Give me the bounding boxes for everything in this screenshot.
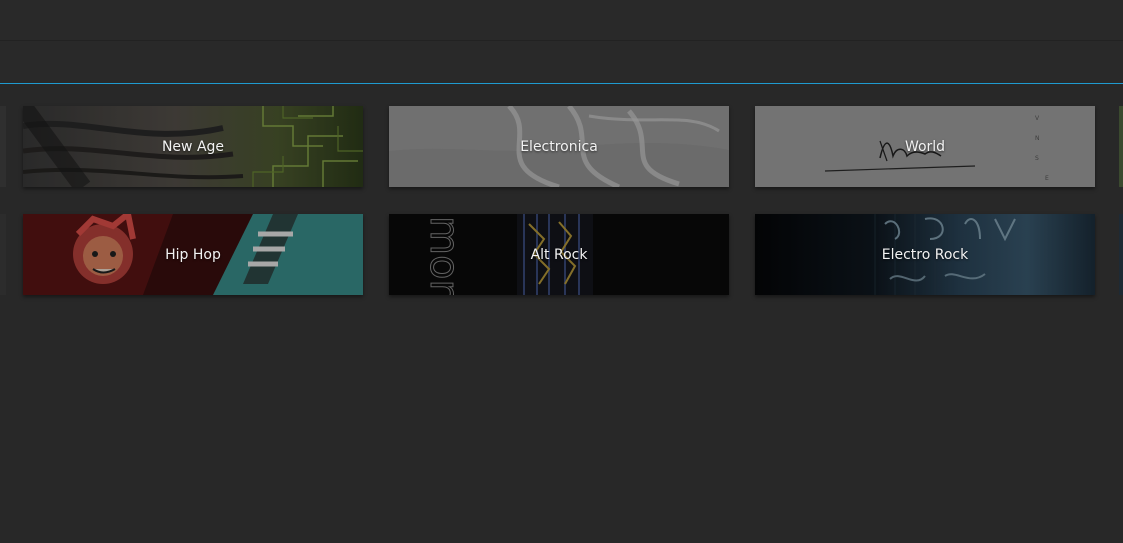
top-toolbar xyxy=(0,0,1123,41)
genre-tile-electro-rock[interactable]: Electro Rock xyxy=(755,214,1095,295)
genre-label: Electro Rock xyxy=(881,246,969,263)
offscreen-tile-right xyxy=(1119,214,1123,295)
offscreen-tile-left xyxy=(0,214,6,295)
genre-tile-electronica[interactable]: Electronica xyxy=(389,106,729,187)
genre-label: Electronica xyxy=(520,138,598,155)
genre-label: Hip Hop xyxy=(165,246,221,263)
secondary-toolbar xyxy=(0,41,1123,84)
genre-tile-new-age[interactable]: New Age xyxy=(23,106,363,187)
genre-label: Alt Rock xyxy=(530,246,588,263)
genre-label: World xyxy=(904,138,946,155)
genre-tile-alt-rock[interactable]: mor Alt Rock xyxy=(389,214,729,295)
offscreen-tile-right xyxy=(1119,106,1123,187)
genre-grid: New Age Electronica V N S E World Hip Ho… xyxy=(0,85,1123,543)
genre-tile-hip-hop[interactable]: Hip Hop xyxy=(23,214,363,295)
offscreen-tile-left xyxy=(0,106,6,187)
genre-tile-world[interactable]: V N S E World xyxy=(755,106,1095,187)
genre-label: New Age xyxy=(161,138,225,155)
